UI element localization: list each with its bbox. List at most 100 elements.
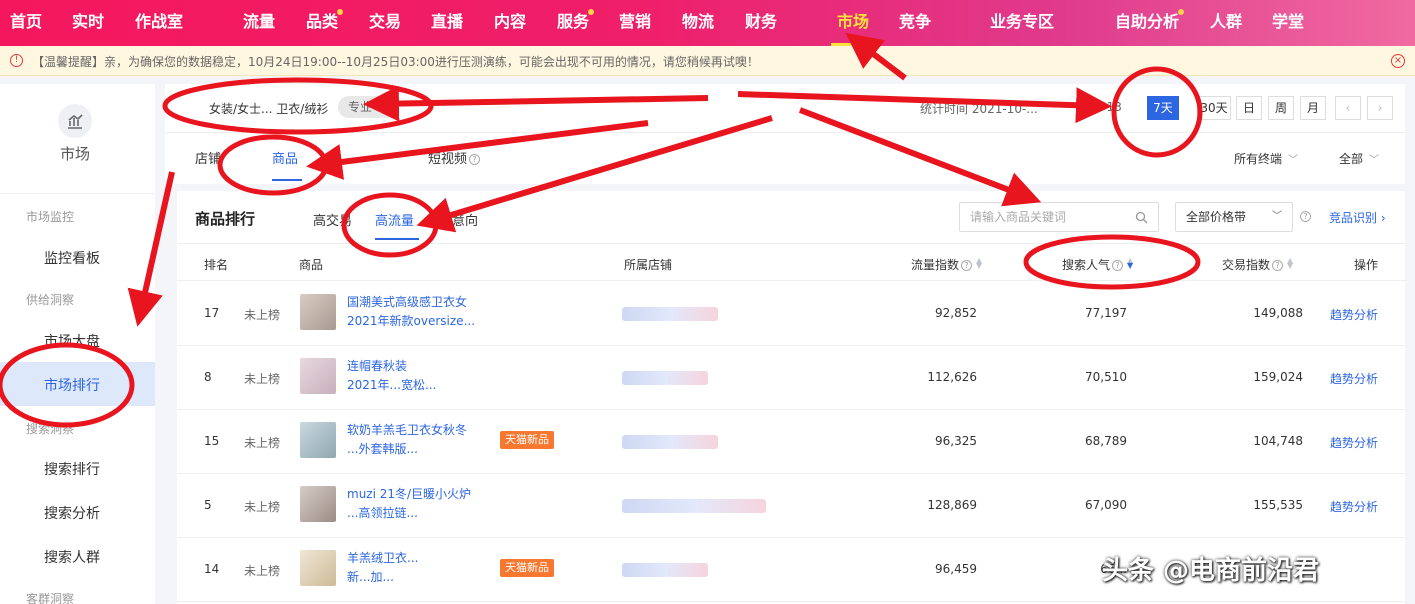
nav-traffic[interactable]: 流量 xyxy=(243,0,275,46)
search-input[interactable] xyxy=(960,203,1125,231)
sidebar-title: 市场 xyxy=(59,145,90,163)
range-7d-button[interactable]: 7天 xyxy=(1147,96,1179,120)
status-cell: 未上榜 xyxy=(244,372,281,386)
all-select[interactable]: 全部 xyxy=(1339,150,1379,167)
watermark-text: 头条 @电商前沿君 xyxy=(1102,556,1320,586)
sidebar-item-market-ranking[interactable]: 市场排行 xyxy=(44,375,100,395)
nav-crowd[interactable]: 人群 xyxy=(1210,0,1242,46)
product-thumbnail[interactable] xyxy=(300,422,336,458)
tab-high-trade[interactable]: 高交易 xyxy=(313,210,352,229)
product-name-link[interactable]: 国潮美式高级感卫衣女 2021年新款oversize... xyxy=(347,293,477,331)
sidebar-item-search-ranking[interactable]: 搜索排行 xyxy=(44,459,100,479)
next-icon[interactable]: › xyxy=(1367,96,1393,120)
category-breadcrumb[interactable]: 女装/女士... 卫衣/绒衫 xyxy=(209,100,328,117)
tmall-new-badge: 天猫新品 xyxy=(500,431,554,449)
nav-market[interactable]: 市场 xyxy=(830,0,876,46)
product-thumbnail[interactable] xyxy=(300,294,336,330)
tab-underline xyxy=(375,238,419,240)
nav-trade[interactable]: 交易 xyxy=(369,0,401,46)
nav-warroom[interactable]: 作战室 xyxy=(135,0,183,46)
table-row[interactable]: 8 未上榜 连帽春秋装 2021年...宽松... 112,626 70,510 … xyxy=(177,346,1405,410)
trend-analysis-link[interactable]: 趋势分析 xyxy=(1330,370,1378,387)
trend-analysis-link[interactable]: 趋势分析 xyxy=(1330,498,1378,515)
trend-analysis-link[interactable]: 趋势分析 xyxy=(1330,306,1378,323)
range-week-button[interactable]: 周 xyxy=(1268,96,1294,120)
help-icon[interactable]: ? xyxy=(1300,211,1311,222)
nav-finance[interactable]: 财务 xyxy=(745,0,777,46)
nav-competition[interactable]: 竞争 xyxy=(899,0,931,46)
col-search-popularity[interactable]: 搜索人气? ▲ ▼ xyxy=(1062,256,1133,273)
notice-text: 【温馨提醒】亲，为确保您的数据稳定，10月24日19:00--10月25日03:… xyxy=(32,55,759,69)
new-dot-icon xyxy=(337,9,344,15)
notice-bar: ! 【温馨提醒】亲，为确保您的数据稳定，10月24日19:00--10月25日0… xyxy=(0,46,1415,76)
new-dot-icon xyxy=(588,9,595,15)
shop-name-blurred xyxy=(622,371,708,385)
search-icon[interactable] xyxy=(1135,211,1148,224)
sort-icon[interactable]: ▲ ▼ xyxy=(1127,257,1133,270)
sort-icon[interactable]: ▲ ▼ xyxy=(1287,257,1293,270)
help-icon: ? xyxy=(1272,260,1284,271)
search-box xyxy=(959,202,1159,232)
col-trade-index[interactable]: 交易指数? ▲ ▼ xyxy=(1222,256,1293,273)
help-icon: ? xyxy=(469,154,481,165)
flow-index-cell: 128,869 xyxy=(927,498,977,512)
product-name-link[interactable]: 羊羔绒卫衣... 新...加... xyxy=(347,549,477,587)
product-name-link[interactable]: 软奶羊羔毛卫衣女秋冬 ...外套韩版... xyxy=(347,421,477,459)
search-popularity-cell: 67,090 xyxy=(1085,498,1127,512)
nav-category[interactable]: 品类 xyxy=(306,0,344,46)
product-name-link[interactable]: 连帽春秋装 2021年...宽松... xyxy=(347,357,477,395)
table-row[interactable]: 15 未上榜 软奶羊羔毛卫衣女秋冬 ...外套韩版... 天猫新品 96,325 … xyxy=(177,410,1405,474)
price-band-select[interactable]: 全部价格带 xyxy=(1175,202,1293,232)
competitor-link[interactable]: 竞品识别 › xyxy=(1329,209,1386,226)
search-popularity-cell: 68,789 xyxy=(1085,434,1127,448)
product-thumbnail[interactable] xyxy=(300,550,336,586)
nav-logistics[interactable]: 物流 xyxy=(682,0,714,46)
sidebar-item-search-analysis[interactable]: 搜索分析 xyxy=(44,503,100,523)
nav-home[interactable]: 首页 xyxy=(10,0,42,46)
nav-academy[interactable]: 学堂 xyxy=(1272,0,1304,46)
search-popularity-cell: 70,510 xyxy=(1085,370,1127,384)
rank-cell: 14 xyxy=(204,562,220,576)
flow-index-cell: 112,626 xyxy=(927,370,977,384)
tab-high-intent[interactable]: 高意向 xyxy=(439,210,478,229)
market-chart-icon xyxy=(58,104,92,138)
rank-cell: 8 xyxy=(204,370,212,384)
range-month-button[interactable]: 月 xyxy=(1300,96,1326,120)
rank-cell: 5 xyxy=(204,498,212,512)
sidebar-item-monitor-board[interactable]: 监控看板 xyxy=(44,248,100,268)
trade-index-cell: 149,088 xyxy=(1253,306,1303,320)
trend-analysis-link[interactable]: 趋势分析 xyxy=(1330,434,1378,451)
product-name-link[interactable]: muzi 21冬/巨暖小火炉 ...高领拉链... xyxy=(347,485,477,523)
nav-marketing[interactable]: 营销 xyxy=(619,0,651,46)
nav-business-zone[interactable]: 业务专区 xyxy=(990,0,1054,46)
status-cell: 未上榜 xyxy=(244,308,281,322)
product-thumbnail[interactable] xyxy=(300,486,336,522)
range-day-button[interactable]: 日 xyxy=(1236,96,1262,120)
tmall-new-badge: 天猫新品 xyxy=(500,559,554,577)
sidebar-group-supply: 供给洞察 xyxy=(26,293,75,307)
warning-icon: ! xyxy=(10,54,23,67)
table-row[interactable]: 17 未上榜 国潮美式高级感卫衣女 2021年新款oversize... 92,8… xyxy=(177,282,1405,346)
sidebar-item-market-overview[interactable]: 市场大盘 xyxy=(44,331,100,351)
col-flow-index[interactable]: 流量指数? ▲ ▼ xyxy=(911,256,982,273)
table-row[interactable]: 5 未上榜 muzi 21冬/巨暖小火炉 ...高领拉链... 128,869 6… xyxy=(177,474,1405,538)
terminal-select[interactable]: 所有终端 xyxy=(1234,150,1298,167)
tab-short-video[interactable]: 短视频? xyxy=(428,148,481,167)
range-30d-button[interactable]: 30天 xyxy=(1197,96,1231,120)
tab-high-traffic[interactable]: 高流量 xyxy=(375,210,414,229)
product-thumbnail[interactable] xyxy=(300,358,336,394)
nav-self-analysis[interactable]: 自助分析 xyxy=(1115,0,1185,46)
nav-realtime[interactable]: 实时 xyxy=(72,0,104,46)
new-dot-icon xyxy=(1178,9,1185,15)
nav-service[interactable]: 服务 xyxy=(557,0,595,46)
tab-shop[interactable]: 店铺 xyxy=(195,148,221,167)
close-icon[interactable]: × xyxy=(1391,54,1405,68)
rank-cell: 15 xyxy=(204,434,220,448)
tab-product[interactable]: 商品 xyxy=(272,148,298,167)
prev-icon[interactable]: ‹ xyxy=(1335,96,1361,120)
sort-icon[interactable]: ▲ ▼ xyxy=(976,257,982,270)
sidebar-item-search-crowd[interactable]: 搜索人群 xyxy=(44,547,100,567)
nav-content[interactable]: 内容 xyxy=(494,0,526,46)
search-popularity-cell: 77,197 xyxy=(1085,306,1127,320)
nav-live[interactable]: 直播 xyxy=(431,0,463,46)
